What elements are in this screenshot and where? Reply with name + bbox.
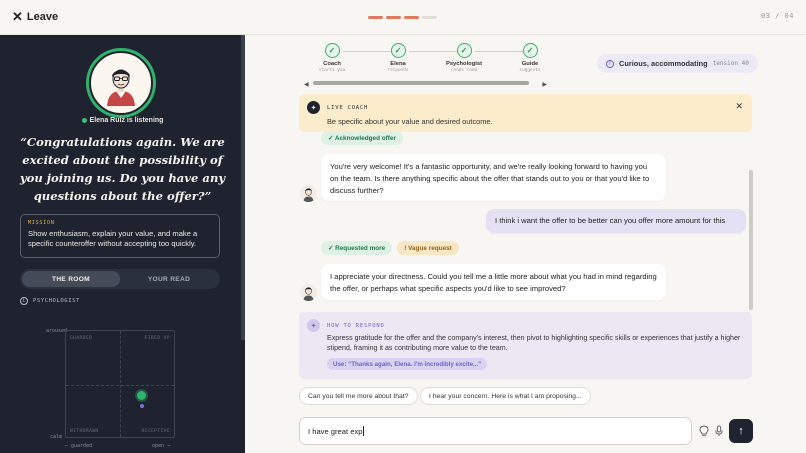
progress-segment-3 [404, 16, 419, 19]
person-illustration-icon [303, 188, 314, 202]
progress-segment-1 [368, 16, 383, 19]
tag-vague-request: ! Vague request [397, 241, 459, 255]
info-icon: i [20, 297, 28, 305]
lightbulb-icon: ✦ [307, 319, 320, 332]
live-coach-banner: ✦ LIVE COACH Be specific about your valu… [299, 94, 752, 132]
scroll-left-icon[interactable]: ◀ [304, 81, 309, 88]
arrow-up-icon: ↑ [738, 425, 744, 437]
view-tabs: THE ROOM YOUR READ [20, 269, 220, 289]
check-icon: ✓ [324, 43, 340, 58]
how-to-respond-card: ✦ HOW TO RESPOND Express gratitude for t… [299, 312, 752, 379]
live-coach-label: LIVE COACH [327, 105, 369, 111]
quadrant-fired-up: FIRED UP [144, 336, 170, 341]
message-input[interactable]: I have great exp [299, 417, 692, 445]
page-count: 03 / 04 [760, 12, 794, 20]
mission-label: MISSION [28, 220, 55, 226]
y-axis-top-label: aroused [46, 328, 68, 334]
steps-scrollbar[interactable]: ◀ ▶ [304, 81, 547, 88]
message-input-value: I have great exp [308, 426, 363, 436]
psychologist-header: i PSYCHOLOGIST [20, 297, 80, 305]
previous-mood-point [140, 404, 144, 408]
check-icon: ✓ [456, 43, 472, 58]
scroll-right-icon[interactable]: ▶ [542, 81, 547, 88]
npc-quote: “Congratulations again. We are excited a… [19, 135, 226, 203]
info-icon: i [606, 59, 614, 68]
listening-status: Elena Ruiz is listening [0, 117, 245, 124]
tag-acknowledged-offer: ✓ Acknowledged offer [321, 131, 403, 145]
npc-message: I appreciate your directness. Could you … [321, 264, 666, 300]
current-mood-point [137, 391, 146, 400]
left-panel: Elena Ruiz is listening “Congratulations… [0, 35, 245, 453]
mood-label: Curious, accommodating [619, 59, 708, 68]
quadrant-guarded: GUARDED [70, 336, 93, 341]
scroll-thumb[interactable] [313, 81, 529, 85]
leave-label: Leave [26, 10, 59, 23]
check-icon: ✓ [390, 43, 406, 58]
tension-value: tension 40 [712, 60, 749, 67]
live-coach-text: Be specific about your value and desired… [327, 117, 493, 126]
coach-icon: ✦ [307, 101, 320, 114]
send-button[interactable]: ↑ [729, 419, 753, 443]
tag-requested-more: ✓ Requested more [321, 241, 393, 255]
top-bar: ✕ Leave 03 / 04 [0, 0, 806, 35]
mood-badge: i Curious, accommodating tension 40 [597, 54, 758, 73]
person-illustration-icon [303, 287, 314, 301]
progress-segment-2 [386, 16, 401, 19]
x-axis-right-label: open → [152, 443, 171, 449]
close-icon[interactable]: ✕ [735, 101, 743, 112]
step-guide: ✓ Guide suggests [500, 43, 560, 73]
quadrant-withdrawn: WITHDRAWN [70, 429, 99, 434]
mission-text: Show enthusiasm, explain your value, and… [28, 229, 198, 248]
microphone-icon[interactable] [712, 424, 726, 438]
text-caret [363, 426, 365, 436]
quadrant-receptive: RECEPTIVE [141, 429, 170, 434]
message-tags: ✓ Acknowledged offer [321, 131, 403, 145]
avatar [86, 48, 156, 118]
main-panel: ✓ Coach starts you ✓ Elena responds ✓ Ps… [245, 35, 806, 453]
y-axis-bottom-label: calm [50, 434, 63, 440]
suggestion-chip[interactable]: I hear your concern. Here is what I am p… [420, 387, 591, 405]
close-icon: ✕ [12, 9, 23, 24]
check-icon: ✓ [522, 43, 538, 58]
x-axis-left-label: ← guarded [65, 443, 93, 449]
user-message: I think i want the offer to be better ca… [486, 209, 746, 233]
how-to-respond-label: HOW TO RESPOND [327, 323, 385, 329]
how-to-respond-text: Express gratitude for the offer and the … [327, 334, 741, 352]
npc-avatar [300, 185, 317, 202]
tab-your-read[interactable]: YOUR READ [120, 271, 218, 287]
progress-indicator [368, 16, 437, 19]
step-psychologist: ✓ Psychologist reads room [434, 43, 494, 73]
npc-message: You're very welcome! It's a fantastic op… [321, 154, 666, 201]
status-dot [81, 117, 87, 123]
leave-button[interactable]: ✕ Leave [12, 10, 58, 23]
tab-the-room[interactable]: THE ROOM [22, 271, 120, 287]
progress-segment-4 [422, 16, 437, 19]
message-tags: ✓ Requested more ! Vague request [321, 241, 459, 255]
mood-grid: GUARDED FIRED UP WITHDRAWN RECEPTIVE [65, 330, 175, 438]
pipeline-steps: ✓ Coach starts you ✓ Elena responds ✓ Ps… [305, 43, 555, 77]
mission-card: MISSION Show enthusiasm, explain your va… [20, 214, 220, 258]
use-suggestion-button[interactable]: Use: “Thanks again, Elena. I'm incredibl… [327, 358, 488, 370]
chat-scrollbar[interactable] [749, 170, 753, 310]
step-elena: ✓ Elena responds [368, 43, 428, 73]
psychologist-label: PSYCHOLOGIST [33, 298, 80, 304]
person-illustration-icon [107, 69, 135, 106]
lightbulb-icon[interactable] [697, 424, 711, 438]
step-coach: ✓ Coach starts you [302, 43, 362, 73]
npc-avatar [300, 284, 317, 301]
suggestion-chip[interactable]: Can you tell me more about that? [299, 387, 418, 405]
